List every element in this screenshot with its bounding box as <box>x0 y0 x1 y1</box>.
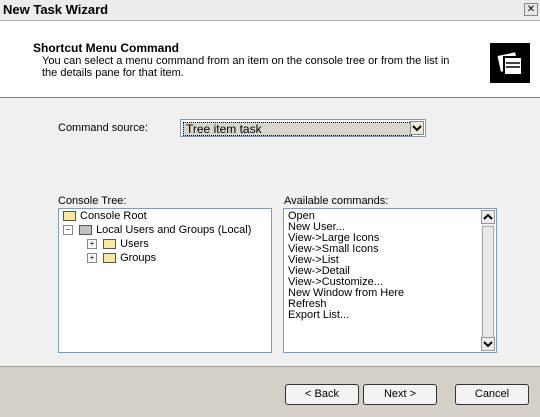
header-description: You can select a menu command from an it… <box>42 55 450 79</box>
chevron-down-icon <box>412 125 422 132</box>
available-commands-list[interactable]: Open New User... View->Large Icons View-… <box>283 208 497 353</box>
tree-item-local-users-groups[interactable]: − Local Users and Groups (Local) <box>63 223 251 237</box>
cancel-button[interactable]: Cancel <box>455 384 529 405</box>
collapse-icon[interactable]: − <box>63 225 73 236</box>
header-title: Shortcut Menu Command <box>33 41 179 55</box>
folder-icon <box>103 239 117 250</box>
chevron-down-icon <box>483 341 493 348</box>
back-button[interactable]: < Back <box>285 384 359 405</box>
tree-item-groups[interactable]: + Groups <box>87 251 156 265</box>
console-tree[interactable]: Console Root − Local Users and Groups (L… <box>58 208 272 353</box>
scroll-thumb[interactable] <box>482 226 494 338</box>
close-button[interactable]: ✕ <box>524 3 538 16</box>
expand-icon[interactable]: + <box>87 253 97 264</box>
wizard-header: Shortcut Menu Command You can select a m… <box>0 21 540 98</box>
dropdown-button[interactable] <box>410 121 424 135</box>
command-source-value: Tree item task <box>183 122 412 136</box>
wizard-body: Command source: Tree item task Console T… <box>0 98 540 366</box>
tree-item-console-root[interactable]: Console Root <box>63 209 147 223</box>
command-source-label: Command source: <box>58 122 148 134</box>
vertical-scrollbar[interactable] <box>481 210 495 351</box>
wizard-icon <box>490 43 530 83</box>
next-button[interactable]: Next > <box>363 384 437 405</box>
command-source-dropdown[interactable]: Tree item task <box>180 119 426 137</box>
expand-icon[interactable]: + <box>87 239 97 250</box>
footer-divider <box>0 366 540 367</box>
scroll-down-button[interactable] <box>481 337 495 351</box>
console-tree-label: Console Tree: <box>58 195 127 207</box>
window-title: New Task Wizard <box>3 2 109 17</box>
title-bar: New Task Wizard ✕ <box>0 0 540 21</box>
users-groups-icon <box>79 225 93 236</box>
tree-item-users[interactable]: + Users <box>87 237 149 251</box>
folder-icon <box>103 253 117 264</box>
available-commands-label: Available commands: <box>284 195 389 207</box>
folder-icon <box>63 211 76 222</box>
close-icon: ✕ <box>526 4 536 15</box>
scroll-up-button[interactable] <box>481 210 495 224</box>
chevron-up-icon <box>483 213 493 220</box>
command-item[interactable]: Export List... <box>288 309 349 321</box>
